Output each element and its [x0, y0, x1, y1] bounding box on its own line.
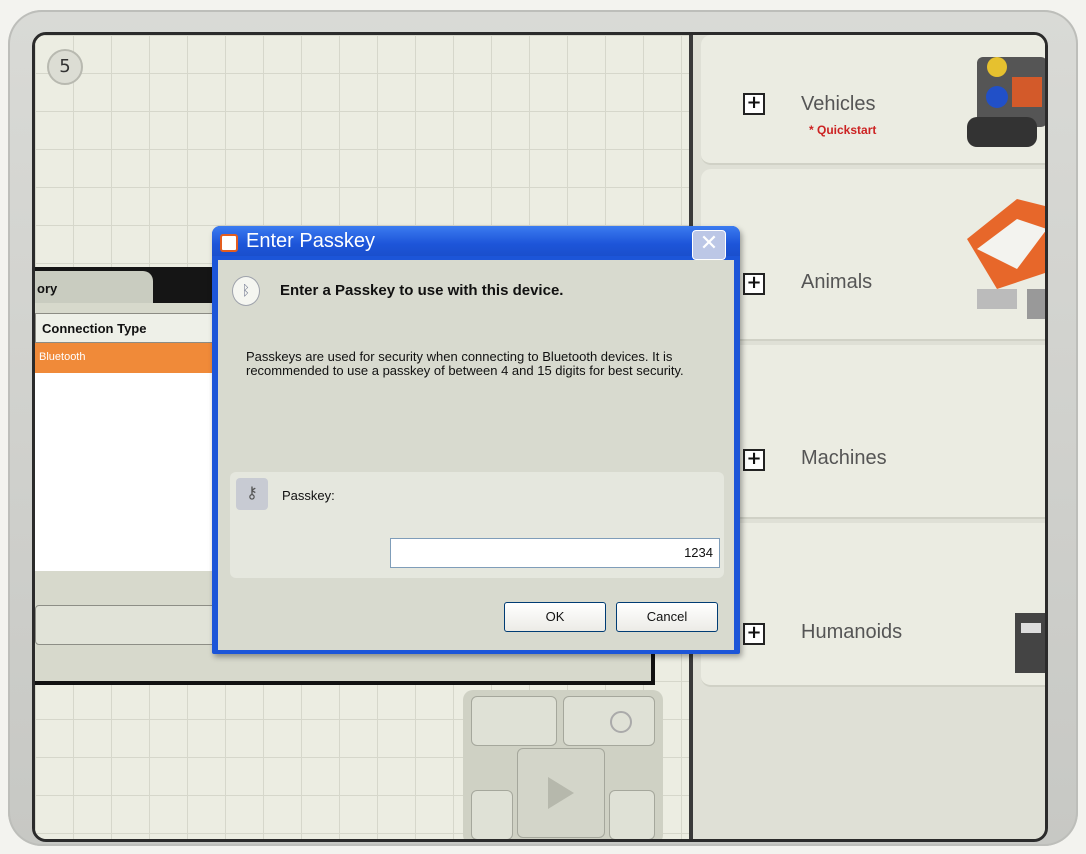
ok-button[interactable]: OK — [504, 602, 606, 632]
category-label: Vehicles — [801, 93, 876, 115]
passkey-label: Passkey: — [282, 488, 335, 503]
connection-row-bluetooth[interactable]: Bluetooth — [35, 343, 215, 373]
play-icon — [548, 777, 574, 809]
category-label: Humanoids — [801, 621, 903, 643]
bluetooth-icon: ᛒ — [232, 276, 260, 306]
step-number-badge: 5 — [47, 49, 83, 85]
connections-list[interactable]: Bluetooth — [35, 343, 215, 571]
cancel-button[interactable]: Cancel — [616, 602, 718, 632]
run-selected-button[interactable] — [563, 696, 655, 746]
passkey-group: ⚷ Passkey: 1234 — [230, 472, 724, 578]
passkey-input[interactable]: 1234 — [390, 538, 720, 568]
plus-icon[interactable]: + — [743, 273, 765, 295]
dialog-description: Passkeys are used for security when conn… — [246, 349, 684, 378]
humanoid-robot-image — [1011, 603, 1045, 723]
column-header-connection-type[interactable]: Connection Type — [35, 313, 215, 343]
category-animals[interactable]: + Animals — [701, 169, 1045, 341]
dialog-body: ᛒ Enter a Passkey to use with this devic… — [218, 260, 734, 650]
plus-icon[interactable]: + — [743, 623, 765, 645]
category-vehicles[interactable]: + Vehicles * Quickstart — [701, 35, 1045, 165]
dialog-title: Enter Passkey — [246, 230, 375, 252]
robot-educator-panel: + Vehicles * Quickstart + Animals + Mach… — [693, 35, 1045, 839]
plus-icon[interactable]: + — [743, 93, 765, 115]
nxt-window-button[interactable] — [609, 790, 655, 839]
key-icon: ⚷ — [236, 478, 268, 510]
dialog-heading: Enter a Passkey to use with this device. — [280, 282, 564, 299]
quickstart-label[interactable]: * Quickstart — [809, 123, 876, 137]
passkey-input-value: 1234 — [684, 545, 713, 560]
tab-history[interactable]: ory — [35, 271, 153, 303]
dialog-titlebar[interactable]: Enter Passkey ✕ — [212, 226, 740, 260]
category-humanoids[interactable]: + Humanoids — [701, 523, 1045, 687]
close-icon[interactable]: ✕ — [692, 230, 726, 260]
nxt-controller — [463, 690, 663, 839]
category-label: Machines — [801, 447, 887, 469]
category-machines[interactable]: + Machines — [701, 345, 1045, 519]
category-label: Animals — [801, 271, 873, 293]
play-button[interactable] — [517, 748, 605, 838]
plus-icon[interactable]: + — [743, 449, 765, 471]
stop-button[interactable] — [471, 790, 513, 839]
vehicle-robot-image — [957, 37, 1045, 157]
download-button[interactable] — [471, 696, 557, 746]
animal-robot-image — [957, 179, 1045, 319]
enter-passkey-dialog: Enter Passkey ✕ ᛒ Enter a Passkey to use… — [212, 226, 740, 654]
dialog-header: ᛒ Enter a Passkey to use with this devic… — [218, 260, 734, 344]
app-icon — [220, 234, 238, 252]
play-outline-icon — [610, 711, 632, 733]
